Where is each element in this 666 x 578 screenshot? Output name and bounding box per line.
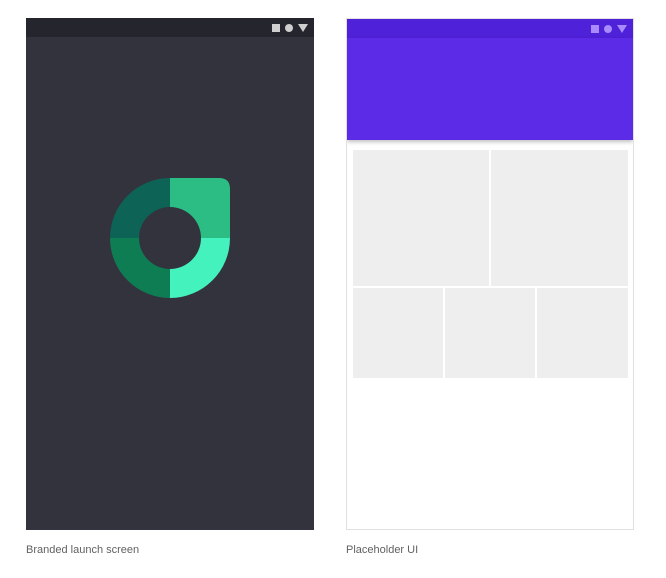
caption-branded-launch-screen: Branded launch screen: [26, 544, 140, 556]
caption-placeholder-ui: Placeholder UI: [346, 544, 419, 556]
app-bar: [347, 38, 633, 140]
triangle-icon: [617, 24, 627, 33]
logo-segment-bottom-left: [110, 238, 170, 298]
square-icon: [272, 23, 280, 32]
status-bar: [26, 18, 314, 37]
logo-segment-bottom-right: [170, 238, 230, 298]
logo-segment-top-right: [170, 178, 230, 238]
circle-icon: [285, 23, 293, 32]
status-icons: [272, 23, 308, 32]
brand-logo-icon: [110, 178, 230, 298]
placeholder-tile: [445, 288, 535, 378]
placeholder-tile: [491, 150, 628, 286]
placeholder-ui-phone: [346, 18, 634, 530]
status-icons: [591, 24, 627, 33]
circle-icon: [604, 24, 612, 33]
launch-screen-phone: [26, 18, 314, 530]
placeholder-tile: [353, 288, 443, 378]
placeholder-tile: [353, 150, 489, 286]
triangle-icon: [298, 23, 308, 32]
placeholder-tile: [537, 288, 628, 378]
logo-segment-top-left: [110, 178, 170, 238]
square-icon: [591, 24, 599, 33]
status-bar: [347, 19, 633, 38]
